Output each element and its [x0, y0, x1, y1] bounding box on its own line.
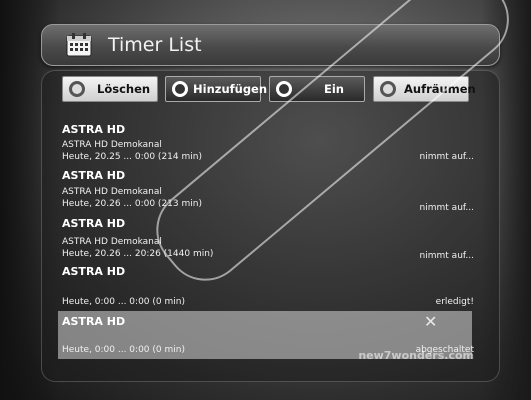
close-icon[interactable]: ✕ — [424, 312, 437, 331]
delete-button[interactable]: Löschen — [62, 76, 158, 102]
timer-channel: ASTRA HD — [62, 315, 126, 328]
timer-time: Heute, 0:00 ... 0:00 (0 min) — [62, 297, 185, 307]
timer-program: ASTRA HD Demokanal — [62, 140, 162, 150]
timer-status: nimmt auf... — [419, 203, 474, 213]
timer-time: Heute, 20.25 ... 0:00 (214 min) — [62, 152, 202, 162]
timer-program: ASTRA HD Demokanal — [62, 187, 162, 197]
timer-program: ASTRA HD Demokanal — [62, 237, 162, 247]
timer-channel: ASTRA HD — [62, 265, 126, 278]
radio-icon — [69, 81, 85, 97]
page-title: Timer List — [108, 34, 202, 56]
add-button-label: Hinzufügen — [193, 82, 268, 96]
calendar-icon — [66, 33, 92, 57]
watermark-text: new7wonders.com — [358, 349, 474, 362]
radio-icon — [172, 81, 188, 97]
add-button[interactable]: Hinzufügen — [165, 76, 267, 102]
radio-icon — [276, 81, 292, 97]
timer-status: nimmt auf... — [419, 152, 474, 162]
timer-status: nimmt auf... — [419, 251, 474, 261]
timer-channel: ASTRA HD — [62, 123, 126, 136]
timer-channel: ASTRA HD — [62, 217, 126, 230]
delete-button-label: Löschen — [97, 82, 151, 96]
timer-channel: ASTRA HD — [62, 169, 126, 182]
timer-status: erledigt! — [435, 297, 474, 307]
timer-time: Heute, 0:00 ... 0:00 (0 min) — [62, 345, 185, 355]
